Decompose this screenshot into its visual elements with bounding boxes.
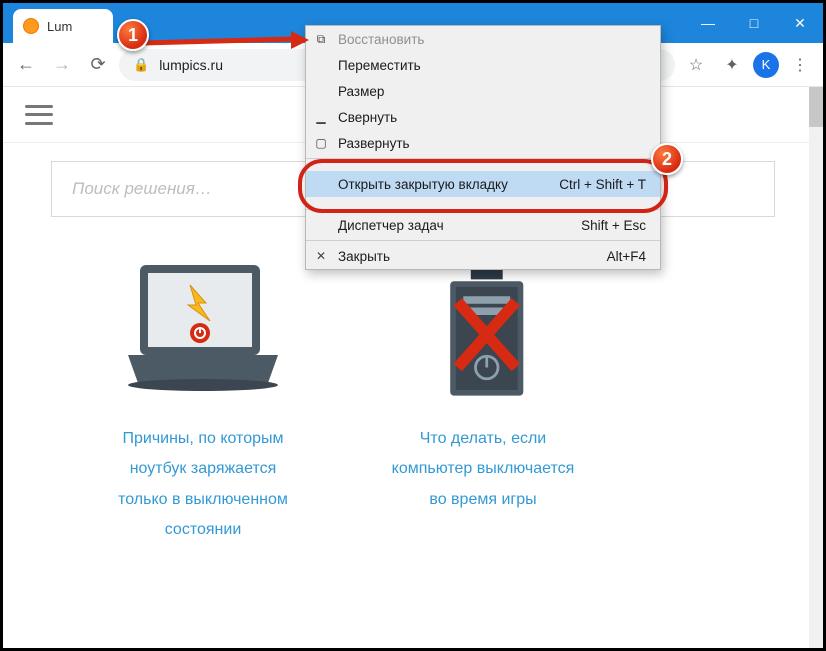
close-icon: ✕ (306, 249, 336, 263)
window-minimize-button[interactable]: — (685, 3, 731, 43)
menu-item-maximize[interactable]: ▢ Развернуть (306, 130, 660, 156)
pc-tower-icon (398, 255, 568, 405)
forward-button[interactable]: → (47, 50, 77, 80)
maximize-icon: ▢ (306, 136, 336, 150)
card-title: Что делать, если компьютер выключается в… (383, 424, 583, 515)
card-title: Причины, по которым ноутбук заряжается т… (103, 424, 303, 546)
menu-item-move[interactable]: Переместить (306, 52, 660, 78)
menu-item-task-manager[interactable]: Диспетчер задач Shift + Esc (306, 212, 660, 238)
bookmark-star-icon[interactable]: ☆ (681, 50, 711, 80)
shortcut-text: Shift + Esc (581, 218, 660, 233)
minimize-icon: ▁ (306, 110, 336, 124)
window-maximize-button[interactable]: □ (731, 3, 777, 43)
profile-avatar[interactable]: K (753, 52, 779, 78)
url-text: lumpics.ru (159, 57, 223, 73)
favicon-icon (23, 18, 39, 34)
reload-button[interactable]: ⟳ (83, 50, 113, 80)
window-close-button[interactable]: ✕ (777, 3, 823, 43)
browser-tab[interactable]: Lum (13, 9, 113, 43)
menu-item-size[interactable]: Размер (306, 78, 660, 104)
annotation-badge-2: 2 (651, 143, 683, 175)
menu-item-restore[interactable]: ⧉ Восстановить (306, 26, 660, 52)
window-controls: — □ ✕ (685, 3, 823, 43)
scroll-thumb[interactable] (809, 87, 823, 127)
shortcut-text: Ctrl + Shift + T (559, 177, 660, 192)
system-context-menu: ⧉ Восстановить Переместить Размер ▁ Свер… (305, 25, 661, 270)
card-laptop-charging[interactable]: Причины, по которым ноутбук заряжается т… (103, 255, 303, 546)
shortcut-text: Alt+F4 (607, 249, 660, 264)
menu-separator (306, 158, 660, 159)
card-pc-shutdown[interactable]: Что делать, если компьютер выключается в… (383, 255, 583, 546)
menu-item-minimize[interactable]: ▁ Свернуть (306, 104, 660, 130)
hamburger-icon[interactable] (25, 105, 53, 125)
annotation-arrow-icon (141, 31, 309, 55)
extensions-icon[interactable]: ✦ (717, 50, 747, 80)
menu-dots-icon[interactable]: ⋮ (785, 50, 815, 80)
back-button[interactable]: ← (11, 50, 41, 80)
menu-item-close[interactable]: ✕ Закрыть Alt+F4 (306, 243, 660, 269)
menu-separator (306, 209, 660, 210)
menu-item-reopen-closed-tab[interactable]: Открыть закрытую вкладку Ctrl + Shift + … (306, 171, 660, 197)
restore-icon: ⧉ (306, 32, 336, 47)
tab-title: Lum (47, 19, 72, 34)
scrollbar[interactable] (809, 87, 823, 648)
menu-separator (306, 240, 660, 241)
laptop-icon (118, 255, 288, 405)
annotation-badge-1: 1 (117, 19, 149, 51)
article-cards: Причины, по которым ноутбук заряжается т… (3, 235, 823, 546)
lock-icon: 🔒 (133, 57, 149, 73)
